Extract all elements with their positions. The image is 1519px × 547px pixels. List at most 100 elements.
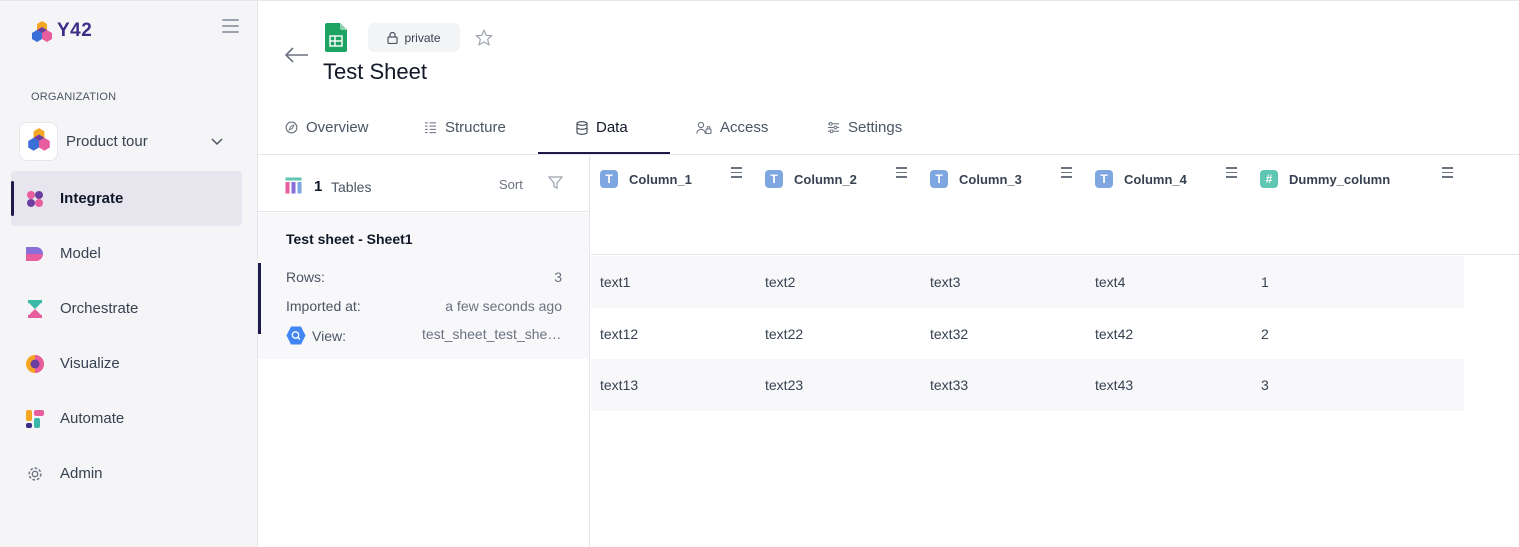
page-title: Test Sheet	[323, 59, 427, 84]
tab-label: Overview	[306, 119, 369, 136]
cell[interactable]: text32	[930, 326, 968, 342]
column-menu-button[interactable]	[1226, 167, 1237, 178]
imported-value: a few seconds ago	[445, 298, 562, 314]
back-button[interactable]	[284, 45, 310, 65]
column-header[interactable]: T Column_2	[765, 169, 857, 189]
column-menu-button[interactable]	[731, 167, 742, 178]
text-type-icon: T	[930, 170, 948, 188]
automate-icon	[24, 408, 46, 430]
compass-icon	[285, 121, 298, 134]
imported-meta: Imported at: a few seconds ago	[286, 298, 562, 314]
tables-panel: 1 Tables Sort Test sheet - Sheet1 Rows: …	[258, 155, 590, 547]
column-header[interactable]: # Dummy_column	[1260, 169, 1390, 189]
collapse-sidebar-button[interactable]	[222, 19, 239, 33]
active-tab-indicator	[538, 152, 670, 154]
rows-label: Rows:	[286, 269, 325, 285]
arrow-left-icon	[284, 47, 308, 63]
sidebar-item-label: Visualize	[60, 355, 120, 372]
column-header[interactable]: T Column_1	[600, 169, 692, 189]
column-header[interactable]: T Column_3	[930, 169, 1022, 189]
sidebar-item-model[interactable]: Model	[11, 226, 242, 281]
sidebar-item-orchestrate[interactable]: Orchestrate	[11, 281, 242, 336]
y42-logo[interactable]: Y42	[30, 19, 92, 43]
sidebar-item-label: Integrate	[60, 190, 124, 207]
users-lock-icon	[696, 121, 712, 134]
filter-icon[interactable]	[548, 175, 563, 190]
cell[interactable]: text2	[765, 274, 795, 290]
organization-select[interactable]: Product tour	[19, 121, 224, 161]
view-value[interactable]: test_sheet_test_sheet1	[422, 326, 562, 345]
cell[interactable]: text33	[930, 377, 968, 393]
text-type-icon: T	[765, 170, 783, 188]
organization-avatar	[19, 121, 58, 161]
sidebar-item-label: Model	[60, 245, 101, 262]
text-type-icon: T	[600, 170, 618, 188]
cell[interactable]: text42	[1095, 326, 1133, 342]
sort-button[interactable]: Sort	[499, 177, 523, 192]
data-grid: T Column_1 T Column_2 T Column_3 T Colum…	[591, 155, 1519, 547]
column-name: Dummy_column	[1289, 171, 1391, 187]
table-name: Test sheet - Sheet1	[286, 231, 413, 247]
sidebar-item-integrate[interactable]: Integrate	[11, 171, 242, 226]
tables-count: 1	[314, 178, 323, 195]
sidebar-item-label: Automate	[60, 410, 125, 427]
sliders-icon	[827, 121, 840, 134]
table-columns-icon	[285, 177, 302, 194]
cell[interactable]: text22	[765, 326, 803, 342]
column-name: Column_3	[959, 171, 1022, 187]
integrate-icon	[24, 188, 46, 210]
cell[interactable]: text23	[765, 377, 803, 393]
view-label: View:	[312, 327, 346, 344]
table-row: text1 text2 text3 text4 1	[591, 256, 1464, 308]
column-header[interactable]: T Column_4	[1095, 169, 1187, 189]
bigquery-icon	[286, 326, 306, 345]
tab-structure[interactable]: Structure	[424, 101, 506, 154]
model-icon	[24, 243, 46, 265]
chevron-down-icon	[211, 138, 223, 146]
organization-label: ORGANIZATION	[31, 91, 117, 103]
favorite-button[interactable]	[474, 28, 494, 47]
cell[interactable]: text43	[1095, 377, 1133, 393]
cell[interactable]: text4	[1095, 274, 1125, 290]
sidebar-item-admin[interactable]: Admin	[11, 446, 242, 501]
lock-icon	[387, 31, 399, 44]
cell[interactable]: 3	[1261, 377, 1269, 393]
table-row: text12 text22 text32 text42 2	[591, 308, 1464, 360]
gear-icon	[24, 463, 46, 485]
tab-overview[interactable]: Overview	[285, 101, 369, 154]
cell[interactable]: text12	[600, 326, 638, 342]
tab-access[interactable]: Access	[696, 101, 768, 154]
logo-text: Y42	[57, 20, 93, 41]
tab-label: Structure	[445, 119, 506, 136]
tables-panel-header: 1 Tables Sort	[258, 155, 589, 212]
cell[interactable]: 1	[1261, 274, 1269, 290]
sidebar-item-label: Orchestrate	[60, 300, 139, 317]
cell[interactable]: text1	[600, 274, 630, 290]
sidebar-item-automate[interactable]: Automate	[11, 391, 242, 446]
organization-logo-icon	[27, 128, 50, 151]
orchestrate-icon	[24, 298, 46, 320]
sidebar-item-label: Admin	[60, 465, 103, 482]
cell[interactable]: text13	[600, 377, 638, 393]
tab-label: Access	[720, 119, 769, 136]
rows-value: 3	[554, 269, 562, 285]
cell[interactable]: 2	[1261, 326, 1269, 342]
column-menu-button[interactable]	[1061, 167, 1072, 178]
privacy-badge[interactable]: private	[368, 23, 460, 52]
sidebar-item-visualize[interactable]: Visualize	[11, 336, 242, 391]
column-name: Column_1	[629, 171, 692, 187]
google-sheets-icon	[325, 23, 347, 57]
column-menu-button[interactable]	[1442, 167, 1453, 178]
tab-settings[interactable]: Settings	[827, 101, 902, 154]
grid-header: T Column_1 T Column_2 T Column_3 T Colum…	[591, 155, 1519, 255]
selected-table-indicator	[258, 263, 261, 334]
column-menu-button[interactable]	[896, 167, 907, 178]
structure-icon	[424, 122, 437, 134]
table-list-item[interactable]: Test sheet - Sheet1 Rows: 3 Imported at:…	[258, 213, 589, 359]
cell[interactable]: text3	[930, 274, 960, 290]
imported-label: Imported at:	[286, 298, 361, 314]
view-meta: View: test_sheet_test_sheet1	[286, 326, 562, 345]
tab-data[interactable]: Data	[576, 101, 628, 154]
privacy-label: private	[404, 30, 441, 45]
table-row: text13 text23 text33 text43 3	[591, 359, 1464, 411]
